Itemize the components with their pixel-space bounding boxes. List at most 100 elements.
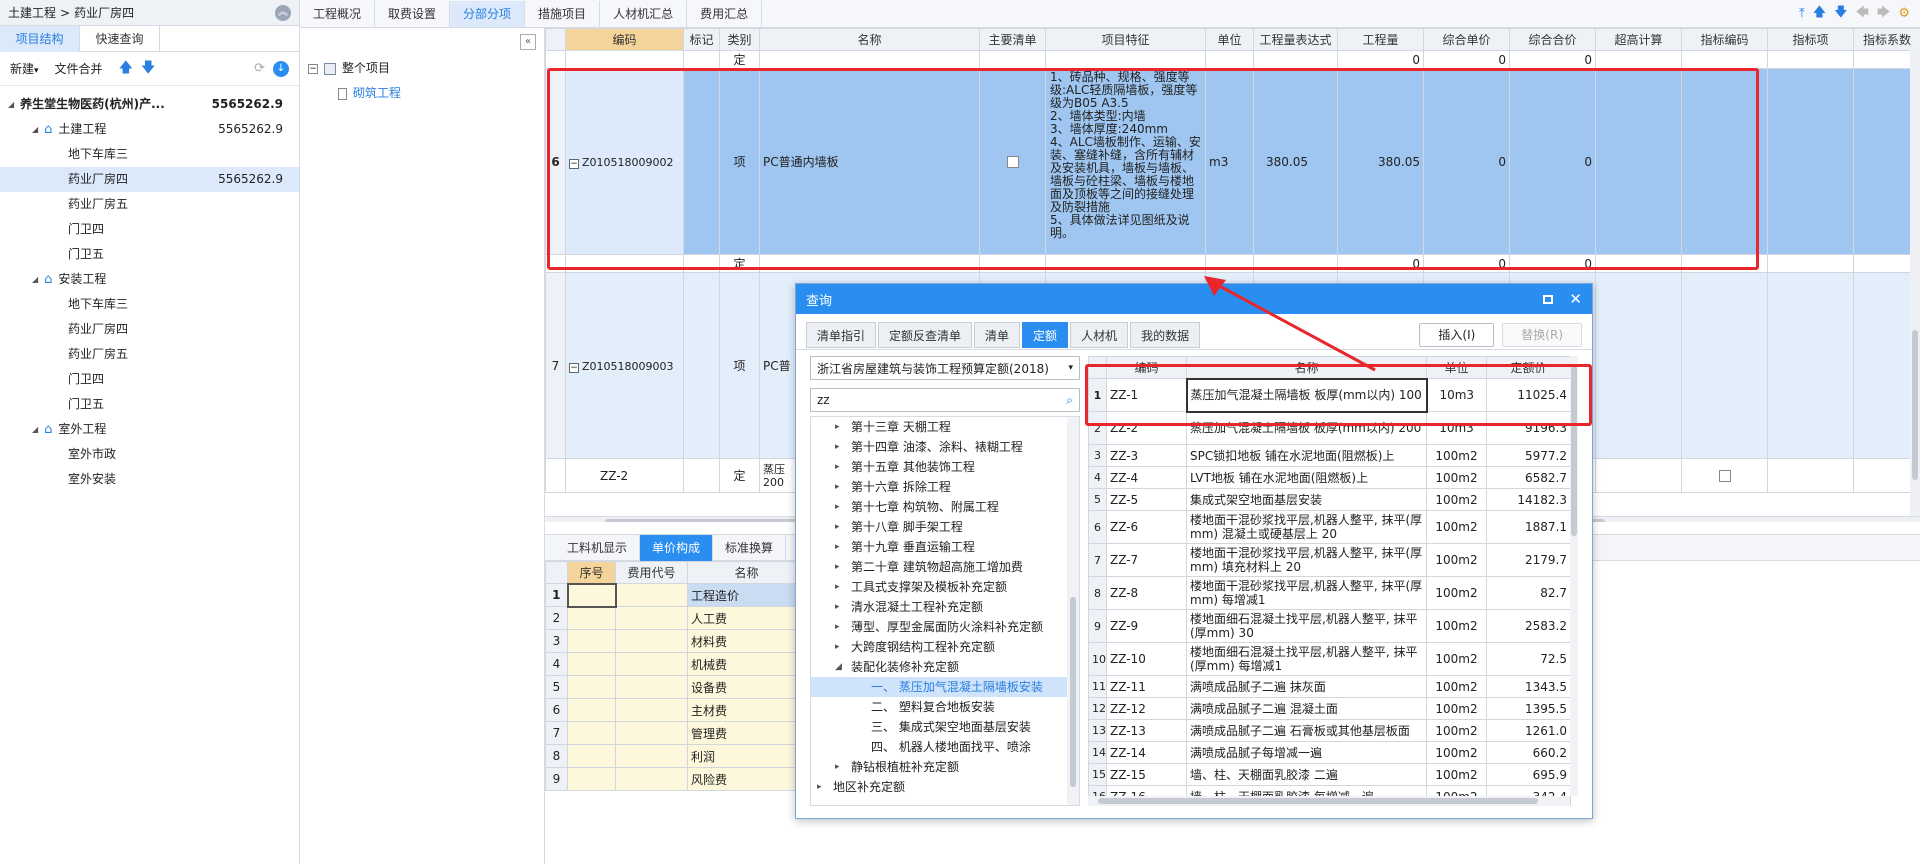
chapter-item[interactable]: ▸ 第十六章 拆除工程 [811,477,1079,497]
cell-over-height[interactable] [1681,458,1768,493]
arrow-down-icon[interactable]: 🡇 [1834,3,1847,25]
tree-item[interactable]: ◢ 养生堂生物医药(杭州)产... 5565262.9 [0,92,299,117]
dialog-titlebar[interactable]: 查询 ✕ [796,284,1592,314]
cell-seq[interactable] [567,767,616,791]
column-header[interactable]: 名称 [759,28,980,51]
top-tab[interactable]: 分部分项 [450,0,526,27]
replace-button[interactable]: 替换(R) [1502,322,1582,347]
bottom-tab[interactable]: 标准换算 [713,534,787,561]
arrow-up-icon[interactable]: 🡅 [1813,3,1826,25]
close-icon[interactable]: ✕ [1569,290,1582,308]
table-row[interactable]: 9 风险费 [545,767,806,791]
cell-feature[interactable]: 1、砖品种、规格、强度等级:ALC轻质隔墙板，强度等级为B05 A3.5 2、墙… [1045,68,1206,255]
chapter-item[interactable]: ▸ 地区补充定额 [811,777,1079,797]
scroll-thumb[interactable] [1912,330,1918,480]
cell-code[interactable] [615,721,688,745]
bottom-tab[interactable]: 工料机显示 [555,534,641,561]
cell-code[interactable]: ZZ-2 [565,458,684,493]
cell-code[interactable]: − Z010518009003 [565,272,684,459]
search-input[interactable]: zz [817,393,830,407]
column-header[interactable]: 指标编码 [1681,28,1768,51]
dialog-tab[interactable]: 定额反查清单 [878,321,973,348]
tree-item[interactable]: 门卫四 [0,217,299,242]
new-button[interactable]: 新建▾ [10,60,39,77]
tree-item[interactable]: ◢ ⌂ 室外工程 [0,417,299,442]
quota-vertical-scrollbar[interactable] [1570,356,1578,796]
chapter-item[interactable]: 一、 蒸压加气混凝土隔墙板安装 [811,677,1079,697]
table-row[interactable]: 定 0 0 0 [545,50,1920,69]
move-top-icon[interactable]: ⤒ [1799,6,1805,21]
over-height-checkbox[interactable] [1718,470,1731,482]
collapse-box-icon[interactable]: − [308,63,318,74]
table-row[interactable]: 3 ZZ-3 SPC锁扣地板 铺在水泥地面(阻燃板)上 100m2 5977.2 [1088,444,1571,467]
breadcrumb-root[interactable]: 土建工程 [8,4,56,21]
cell-expr[interactable]: 380.05 [1253,68,1338,255]
tree-item[interactable]: 药业厂房五 [0,192,299,217]
arrow-up-icon[interactable]: 🡅 [119,57,133,81]
column-header[interactable]: 项目特征 [1045,28,1206,51]
dialog-tab[interactable]: 定额 [1022,321,1069,348]
table-row[interactable]: 14 ZZ-14 满喷成品腻子每增减一遍 100m2 660.2 [1088,741,1571,764]
table-row[interactable]: 7 管理费 [545,721,806,745]
table-row[interactable]: 2 ZZ-2 蒸压加气混凝土隔墙板 板厚(mm以内) 200 10m3 9196.3 [1088,411,1571,445]
table-row[interactable]: 13 ZZ-13 满喷成品腻子二遍 石膏板或其他基层板面 100m2 1261.0 [1088,719,1571,742]
cell-main-list[interactable] [979,68,1046,255]
tab-quick-query[interactable]: 快速查询 [80,25,160,52]
tree-item[interactable]: 药业厂房四 5565262.9 [0,167,299,192]
standard-select[interactable]: 浙江省房屋建筑与装饰工程预算定额(2018) ▾ [810,356,1080,380]
expand-arrow-icon[interactable]: ▸ [835,537,847,557]
column-header[interactable]: 名称 [687,561,806,584]
column-header[interactable]: 费用代号 [615,561,688,584]
cell-seq[interactable] [567,698,616,722]
expand-arrow-icon[interactable]: ▸ [817,777,829,797]
cell-seq[interactable] [567,744,616,768]
chapter-item[interactable]: 二、 塑料复合地板安装 [811,697,1079,717]
main-list-checkbox[interactable] [1006,156,1019,168]
column-header[interactable]: 工程量 [1337,28,1424,51]
expand-arrow-icon[interactable]: ▸ [835,577,847,597]
download-circle-icon[interactable]: ↓ [273,60,289,77]
tree-item[interactable]: 门卫五 [0,392,299,417]
chapter-item[interactable]: 三、 集成式架空地面基层安装 [811,717,1079,737]
cell-code[interactable] [615,744,688,768]
arrow-down-icon[interactable]: 🡇 [141,57,155,81]
quota-horizontal-scrollbar[interactable] [1088,796,1570,806]
cell-code[interactable] [615,675,688,699]
expand-arrow-icon[interactable]: ◢ [8,92,14,117]
chapter-item[interactable]: ▸ 薄型、厚型金属面防火涂料补充定额 [811,617,1079,637]
cell-code[interactable] [615,698,688,722]
chapter-vertical-scrollbar[interactable] [1067,417,1079,805]
column-header[interactable]: 单位 [1205,28,1254,51]
column-header[interactable]: 指标系数 [1853,28,1920,51]
chapter-item[interactable]: ▸ 工具式支撑架及模板补充定额 [811,577,1079,597]
table-row[interactable]: 5 设备费 [545,675,806,699]
column-header[interactable]: 定额价 [1486,356,1571,379]
chapter-item[interactable]: ▸ 第十三章 天棚工程 [811,417,1079,437]
chapter-item[interactable]: ▸ 第十八章 脚手架工程 [811,517,1079,537]
scroll-thumb[interactable] [1098,798,1538,804]
column-header[interactable]: 标记 [683,28,720,51]
cell-name[interactable]: 风险费 [687,767,806,791]
table-row[interactable]: 5 ZZ-5 集成式架空地面基层安装 100m2 14182.3 [1088,488,1571,511]
table-row[interactable]: 8 ZZ-8 楼地面干混砂浆找平层,机器人整平, 抹平(厚mm) 每增减1 100m2… [1088,576,1571,610]
expand-arrow-icon[interactable]: ▸ [835,517,847,537]
chapter-item[interactable]: ▸ 静钻根植桩补充定额 [811,757,1079,777]
table-row[interactable]: 4 ZZ-4 LVT地板 铺在水泥地面(阻燃板)上 100m2 6582.7 [1088,466,1571,489]
dialog-tab[interactable]: 清单指引 [806,321,877,348]
tree-item[interactable]: 药业厂房五 [0,342,299,367]
bottom-tab[interactable]: 单价构成 [640,534,714,561]
tree-item[interactable]: 地下车库三 [0,142,299,167]
cell-name[interactable]: 利润 [687,744,806,768]
cell-name[interactable]: 材料费 [687,629,806,653]
table-row[interactable]: 8 利润 [545,744,806,768]
cell-code[interactable] [615,606,688,630]
table-row[interactable]: 1 ZZ-1 蒸压加气混凝土隔墙板 板厚(mm以内) 100 10m3 11025.4 [1088,377,1571,413]
table-row[interactable]: 6 主材费 [545,698,806,722]
search-box[interactable]: zz ⌕ [810,388,1080,412]
expand-arrow-icon[interactable]: ▸ [835,457,847,477]
table-row[interactable]: 10 ZZ-10 楼地面细石混凝土找平层,机器人整平, 抹平(厚mm) 每增减1 10… [1088,642,1571,676]
cell-seq[interactable] [567,652,616,676]
table-row[interactable]: 4 机械费 [545,652,806,676]
tree-item[interactable]: 室外市政 [0,442,299,467]
merge-file-button[interactable]: 文件合并 [55,60,103,77]
